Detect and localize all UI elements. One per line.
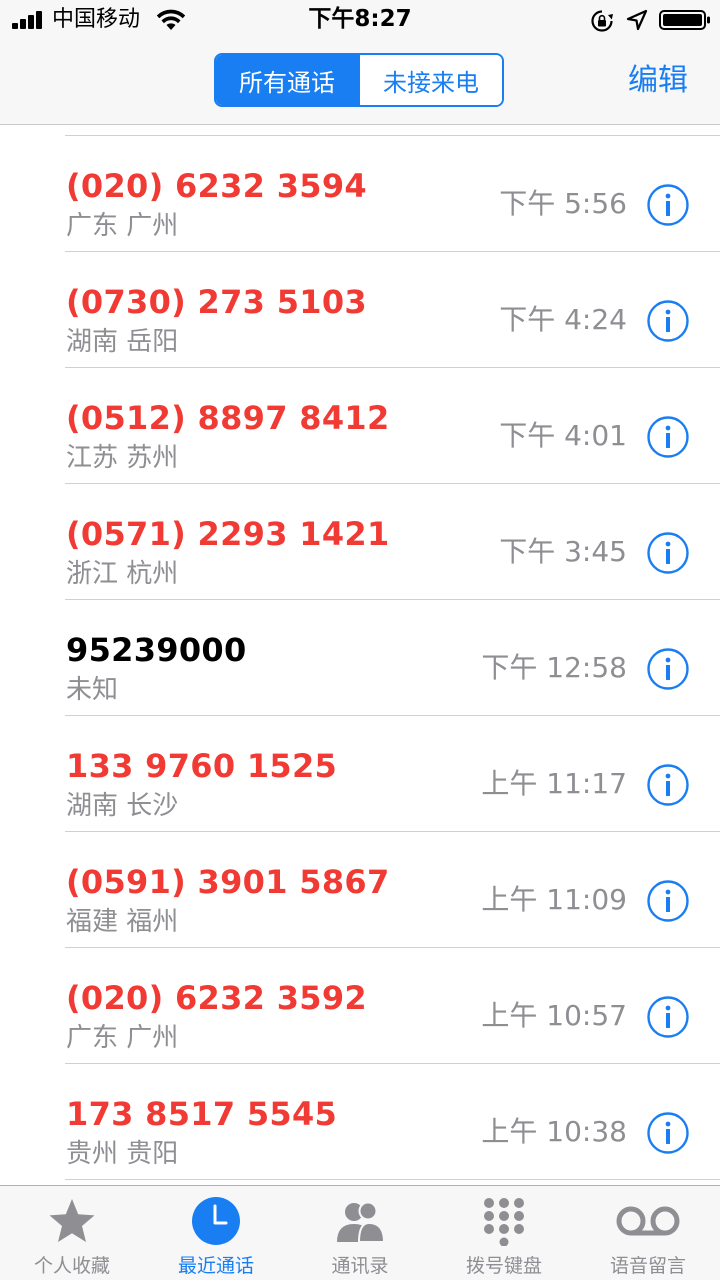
call-time: 上午 11:09 [481, 883, 627, 916]
info-icon[interactable] [647, 184, 689, 226]
edit-button[interactable]: 编辑 [628, 61, 688, 101]
info-icon[interactable] [647, 300, 689, 342]
call-time: 下午 5:56 [499, 187, 627, 220]
info-icon[interactable] [647, 1112, 689, 1154]
info-icon[interactable] [647, 880, 689, 922]
call-row[interactable]: 133 9760 1525 湖南 长沙 上午 11:17 [0, 716, 720, 832]
call-time: 下午 3:45 [499, 535, 627, 568]
call-time: 上午 10:57 [481, 999, 627, 1032]
caller-location: 广东 广州 [66, 1023, 179, 1053]
call-row[interactable]: (0571) 2293 1421 浙江 杭州 下午 3:45 [0, 484, 720, 600]
call-row[interactable]: (0730) 273 5103 湖南 岳阳 下午 4:24 [0, 252, 720, 368]
caller-number: 133 9760 1525 [66, 747, 338, 785]
info-icon[interactable] [647, 416, 689, 458]
tab-label: 最近通话 [177, 1255, 254, 1277]
location-arrow-icon [626, 9, 648, 31]
caller-number: (020) 6232 3592 [66, 979, 367, 1017]
star-icon [49, 1199, 95, 1242]
caller-location: 未知 [66, 675, 119, 705]
info-icon[interactable] [647, 764, 689, 806]
info-icon[interactable] [647, 996, 689, 1038]
row-divider [65, 1179, 720, 1180]
tab-voicemail[interactable]: 语音留言 [576, 1186, 720, 1280]
call-filter-segmented-control: 所有通话 未接来电 [214, 53, 504, 107]
caller-location: 贵州 贵阳 [66, 1139, 179, 1169]
tab-label: 个人收藏 [33, 1255, 110, 1277]
recent-calls-list: (020) 6232 3594 广东 广州 下午 5:56 (0730) 273… [0, 125, 720, 1185]
contacts-icon [337, 1201, 385, 1243]
caller-location: 湖南 长沙 [66, 791, 179, 821]
caller-location: 广东 广州 [66, 211, 179, 241]
clock-icon [192, 1197, 240, 1245]
call-time: 下午 12:58 [481, 651, 627, 684]
caller-location: 浙江 杭州 [66, 559, 179, 589]
call-row[interactable]: (020) 6232 3594 广东 广州 下午 5:56 [0, 136, 720, 252]
call-time: 上午 10:38 [481, 1115, 627, 1148]
call-row[interactable]: (0512) 8897 8412 江苏 苏州 下午 4:01 [0, 368, 720, 484]
caller-location: 湖南 岳阳 [66, 327, 179, 357]
caller-number: 173 8517 5545 [66, 1095, 338, 1133]
segment-missed-calls[interactable]: 未接来电 [360, 55, 502, 105]
tab-contacts[interactable]: 通讯录 [288, 1186, 432, 1280]
voicemail-icon [616, 1206, 680, 1236]
call-row[interactable]: (020) 6232 3592 广东 广州 上午 10:57 [0, 948, 720, 1064]
call-time: 上午 11:17 [481, 767, 627, 800]
status-bar: 中国移动 下午8:27 [0, 0, 720, 40]
tab-label: 语音留言 [609, 1255, 686, 1277]
info-icon[interactable] [647, 532, 689, 574]
caller-number: (0730) 273 5103 [66, 283, 367, 321]
caller-location: 福建 福州 [66, 907, 179, 937]
caller-number: (0571) 2293 1421 [66, 515, 390, 553]
call-time: 下午 4:01 [499, 419, 627, 452]
call-row[interactable]: 173 8517 5545 贵州 贵阳 上午 10:38 [0, 1064, 720, 1180]
rotation-lock-icon [591, 10, 613, 32]
keypad-icon [484, 1198, 524, 1246]
tab-label: 通讯录 [331, 1255, 389, 1277]
battery-icon [659, 10, 710, 30]
phone-recents-screen: 中国移动 下午8:27 所有通话 未接来电 编辑 (020) 6232 3594… [0, 0, 720, 1280]
caller-number: (0591) 3901 5867 [66, 863, 390, 901]
tab-label: 拨号键盘 [465, 1255, 542, 1277]
call-row[interactable]: 95239000 未知 下午 12:58 [0, 600, 720, 716]
caller-location: 江苏 苏州 [66, 443, 179, 473]
call-time: 下午 4:24 [499, 303, 627, 336]
info-icon[interactable] [647, 648, 689, 690]
call-row[interactable]: (0591) 3901 5867 福建 福州 上午 11:09 [0, 832, 720, 948]
caller-number: 95239000 [66, 631, 247, 669]
caller-number: (0512) 8897 8412 [66, 399, 390, 437]
segment-all-calls[interactable]: 所有通话 [216, 55, 360, 105]
tab-bar: 个人收藏 最近通话 通讯录 拨号键盘 语音留言 [0, 1185, 720, 1280]
tab-keypad[interactable]: 拨号键盘 [432, 1186, 576, 1280]
caller-number: (020) 6232 3594 [66, 167, 367, 205]
navigation-bar: 所有通话 未接来电 编辑 [0, 40, 720, 125]
tab-favorites[interactable]: 个人收藏 [0, 1186, 144, 1280]
tab-recents[interactable]: 最近通话 [144, 1186, 288, 1280]
